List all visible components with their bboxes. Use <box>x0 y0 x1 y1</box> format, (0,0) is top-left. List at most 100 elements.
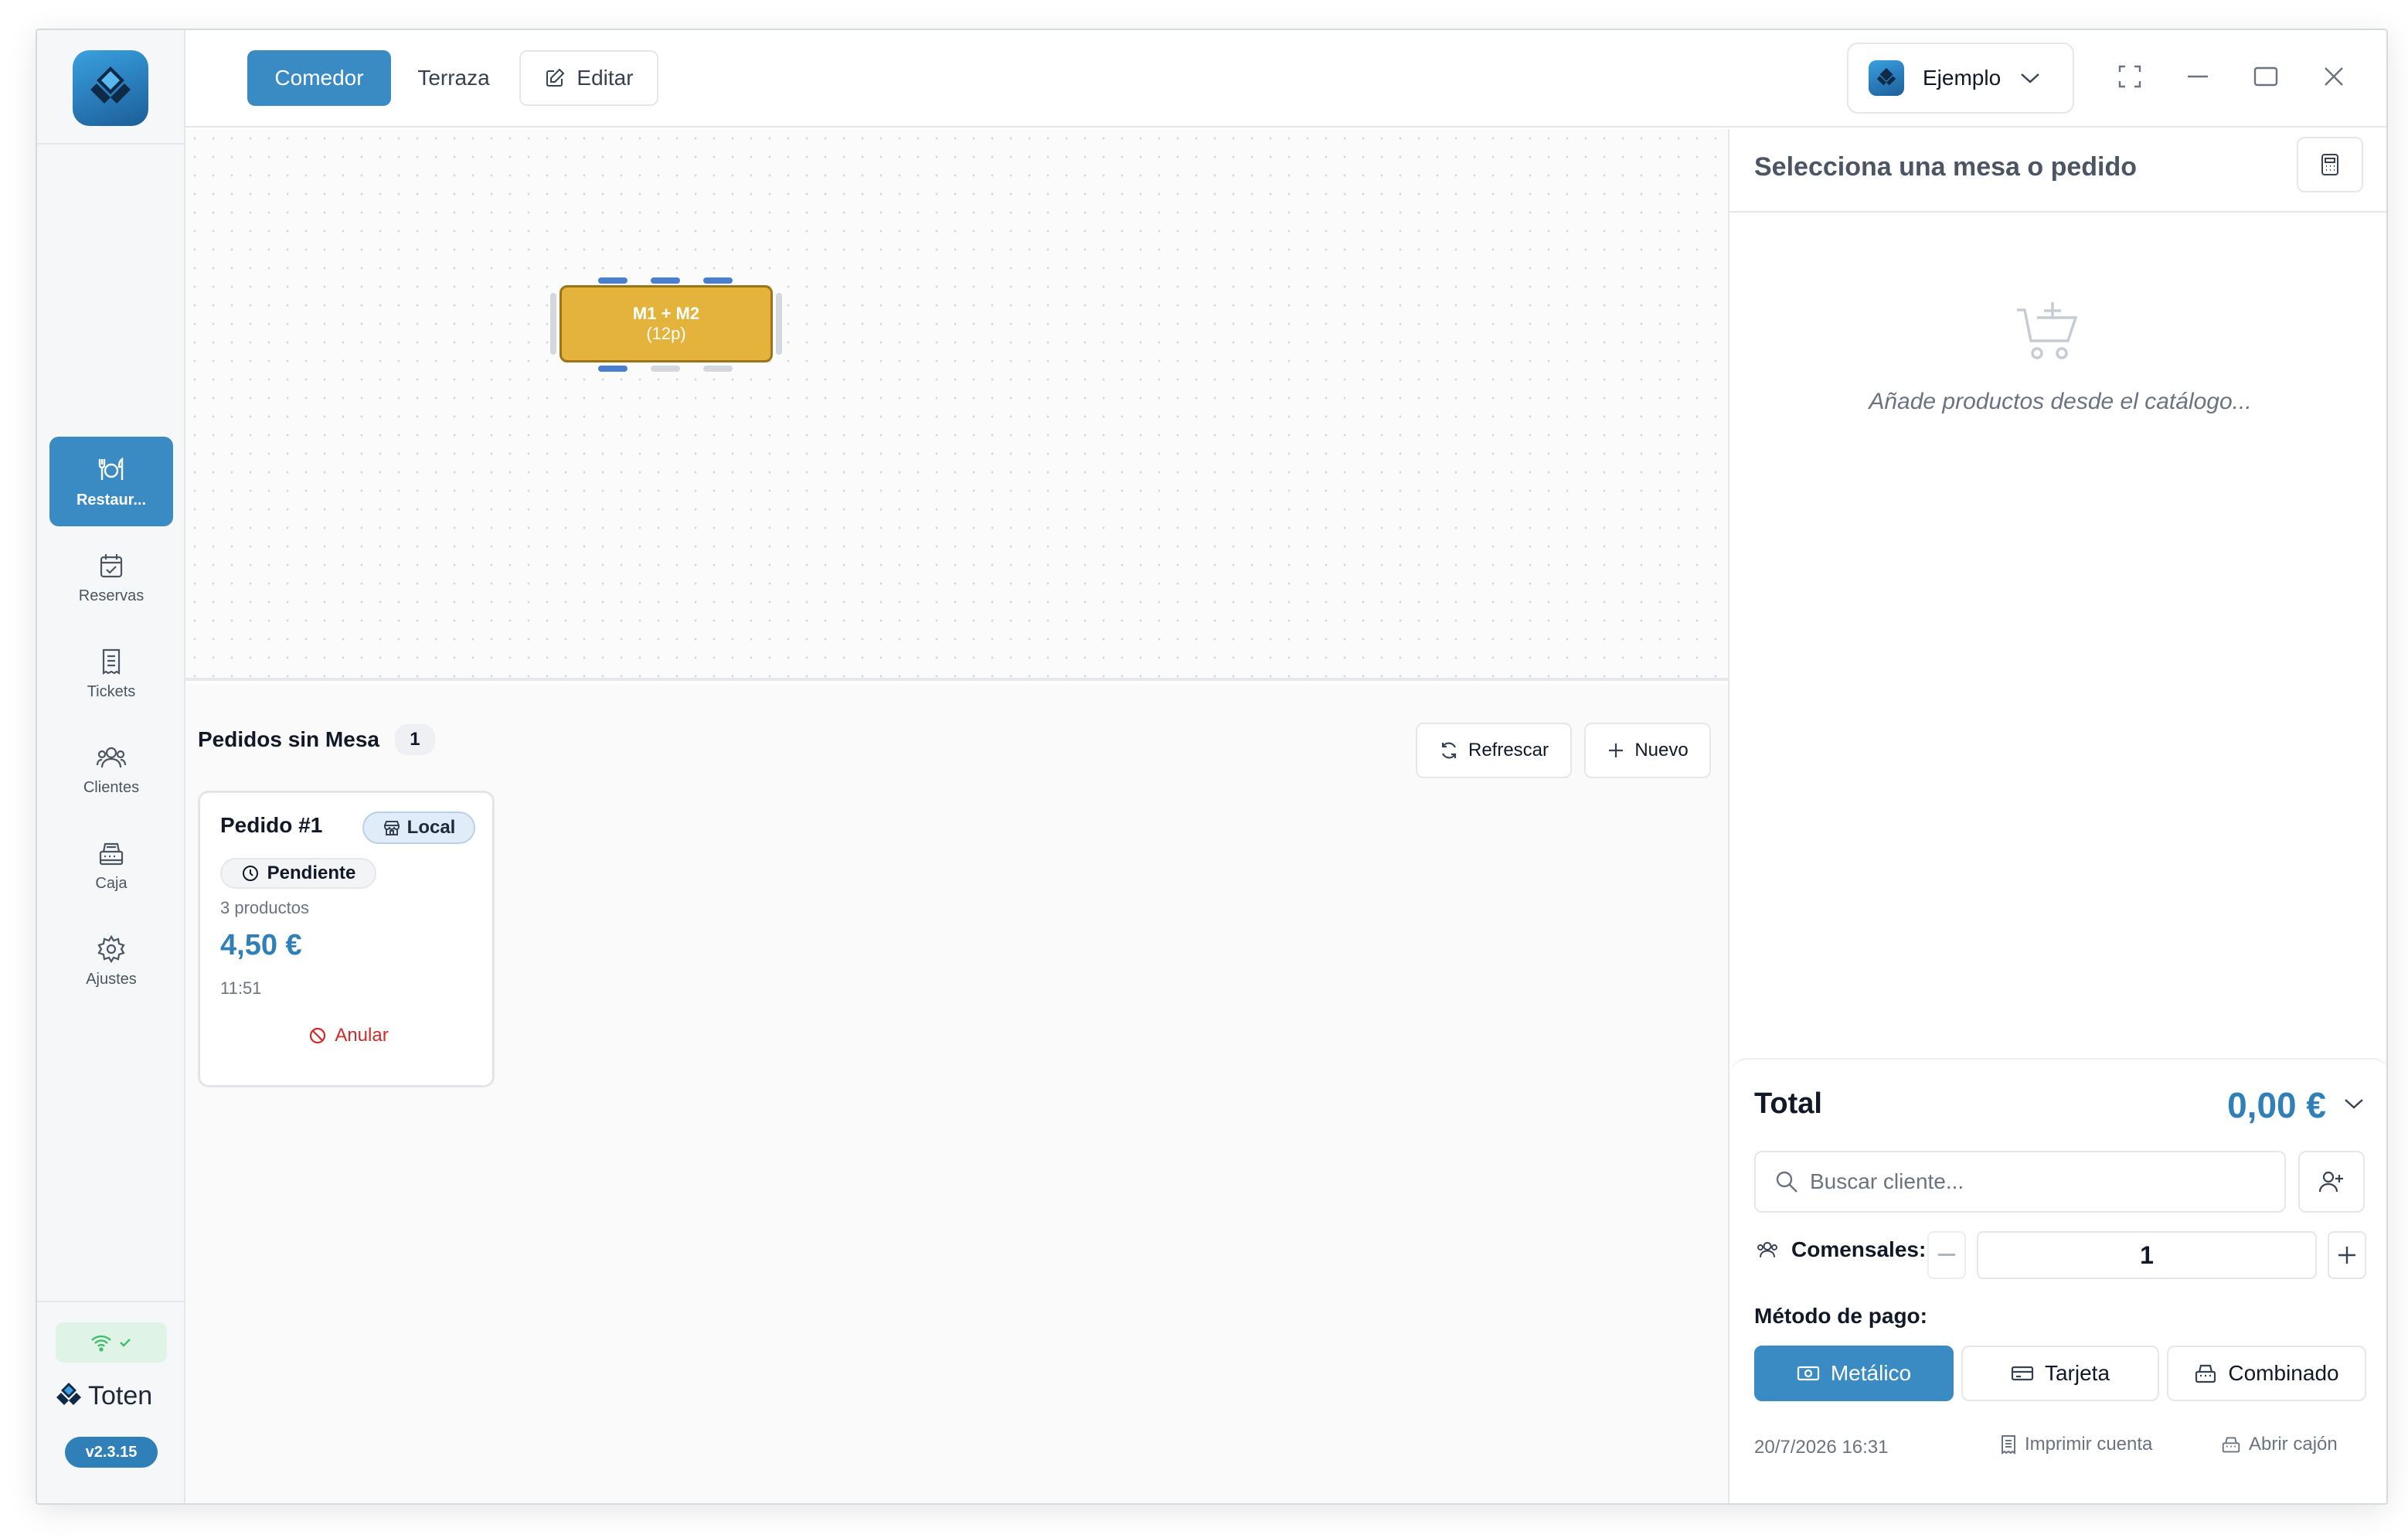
chair <box>550 293 556 355</box>
total-label: Total <box>1754 1087 1822 1120</box>
sidebar-item-restaurant[interactable]: Restaur... <box>49 437 173 526</box>
expand-icon <box>2118 65 2141 88</box>
open-drawer-label: Abrir cajón <box>2249 1434 2338 1455</box>
sidebar-divider <box>37 143 185 145</box>
payment-card-label: Tarjeta <box>2044 1361 2110 1385</box>
check-icon <box>120 1339 131 1347</box>
credit-card-icon <box>2011 1366 2034 1381</box>
fullscreen-button[interactable] <box>2113 60 2147 94</box>
edit-button[interactable]: Editar <box>519 50 658 106</box>
topbar: Comedor Terraza Editar Ejemplo <box>185 30 2386 128</box>
total-expand-toggle[interactable] <box>2343 1097 2365 1114</box>
sidebar-item-caja[interactable]: Caja <box>49 820 173 910</box>
panel-divider <box>1729 211 2386 213</box>
minimize-button[interactable] <box>2181 60 2215 94</box>
clock-icon <box>242 866 258 881</box>
calendar-check-icon <box>100 553 123 577</box>
sidebar-item-clientes[interactable]: Clientes <box>49 724 173 814</box>
wifi-icon <box>91 1335 111 1352</box>
refresh-label: Refrescar <box>1468 740 1549 760</box>
current-datetime: 20/7/2026 16:31 <box>1754 1437 1889 1458</box>
brand-name: Toten <box>88 1380 153 1410</box>
customer-search-input[interactable]: Buscar cliente... <box>1754 1151 2286 1213</box>
store-icon <box>383 821 400 835</box>
diners-label: Comensales: <box>1754 1237 1926 1262</box>
chair <box>598 366 628 372</box>
account-name: Ejemplo <box>1923 66 2002 90</box>
payment-combined-button[interactable]: Combinado <box>2167 1346 2366 1401</box>
chair <box>651 366 680 372</box>
order-price: 4,50 € <box>220 929 302 961</box>
sidebar-item-label: Tickets <box>87 682 136 700</box>
account-selector[interactable]: Ejemplo <box>1847 43 2074 114</box>
edit-label: Editar <box>576 66 634 90</box>
user-plus-icon <box>2318 1171 2343 1193</box>
sidebar-item-label: Reservas <box>78 587 145 604</box>
empty-cart <box>2014 299 2083 368</box>
plus-icon <box>2338 1247 2355 1264</box>
order-type-badge: Local <box>362 812 475 844</box>
chair <box>703 277 733 284</box>
diners-input[interactable]: 1 <box>1977 1231 2317 1279</box>
sidebar-item-reservas[interactable]: Reservas <box>49 533 173 622</box>
search-icon <box>1776 1171 1797 1193</box>
cancel-order-button[interactable]: Anular <box>200 1025 497 1046</box>
add-customer-button[interactable] <box>2298 1151 2365 1213</box>
logo-icon <box>90 66 131 104</box>
close-icon <box>2325 67 2343 86</box>
receipt-icon <box>2002 1435 2015 1455</box>
diners-decrement-button[interactable] <box>1927 1231 1966 1279</box>
payment-combined-label: Combinado <box>2228 1361 2339 1385</box>
brand-logo-icon <box>56 1383 81 1405</box>
maximize-button[interactable] <box>2249 60 2283 94</box>
sidebar-item-ajustes[interactable]: Ajustes <box>49 916 173 1005</box>
refresh-button[interactable]: Refrescar <box>1416 723 1572 778</box>
checkout-footer: Total 0,00 € Buscar cliente... Comensale… <box>1729 1058 2386 1503</box>
order-products: 3 productos <box>220 898 309 917</box>
chevron-down-icon <box>2345 1099 2363 1109</box>
sidebar-divider <box>37 1301 185 1302</box>
calculator-button[interactable] <box>2297 137 2363 192</box>
diners-increment-button[interactable] <box>2328 1231 2366 1279</box>
chevron-down-icon <box>2021 73 2039 83</box>
minus-icon <box>1938 1254 1955 1256</box>
receipt-icon <box>102 648 121 675</box>
order-card[interactable]: Pedido #1 Local Pendiente 3 productos 4,… <box>198 791 495 1087</box>
maximize-icon <box>2253 66 2278 87</box>
print-bill-button[interactable]: Imprimir cuenta <box>2000 1434 2152 1455</box>
account-avatar <box>1869 60 1904 96</box>
close-button[interactable] <box>2317 60 2351 94</box>
gear-icon <box>97 934 125 963</box>
floor-plan: M1 + M2 (12p) <box>185 129 1728 681</box>
cash-icon <box>1797 1366 1819 1381</box>
ban-icon <box>310 1027 326 1044</box>
order-type-label: Local <box>406 817 456 838</box>
table-capacity: (12p) <box>646 324 686 343</box>
sidebar-item-label: Ajustes <box>86 970 137 988</box>
sidebar: Restaur... Reservas Tickets Clientes Caj… <box>37 30 185 1503</box>
version-badge: v2.3.15 <box>65 1437 158 1468</box>
table-m1-m2[interactable]: M1 + M2 (12p) <box>559 285 773 362</box>
payment-method-label: Método de pago: <box>1754 1304 1927 1328</box>
orders-title: Pedidos sin Mesa <box>198 727 379 751</box>
order-time: 11:51 <box>220 978 262 998</box>
open-drawer-button[interactable]: Abrir cajón <box>2221 1434 2338 1455</box>
cash-register-icon <box>2222 1437 2240 1453</box>
sidebar-item-label: Clientes <box>83 778 140 796</box>
new-order-button[interactable]: Nuevo <box>1584 723 1711 778</box>
payment-cash-label: Metálico <box>1830 1361 1912 1385</box>
payment-cash-button[interactable]: Metálico <box>1754 1346 1954 1401</box>
chair <box>776 293 782 355</box>
sidebar-nav: Restaur... Reservas Tickets Clientes Caj… <box>49 437 173 1012</box>
utensils-icon <box>98 457 124 480</box>
tab-comedor[interactable]: Comedor <box>247 50 391 106</box>
tab-terraza[interactable]: Terraza <box>400 50 507 106</box>
logo-icon <box>1876 67 1896 86</box>
chair <box>651 277 680 284</box>
payment-card-button[interactable]: Tarjeta <box>1961 1346 2159 1401</box>
diners-label-text: Comensales: <box>1791 1237 1927 1261</box>
orders-count-badge: 1 <box>394 724 435 755</box>
order-panel: Selecciona una mesa o pedido Añade produ… <box>1728 129 2386 1503</box>
sidebar-item-tickets[interactable]: Tickets <box>49 628 173 718</box>
cash-register-icon <box>99 842 124 865</box>
